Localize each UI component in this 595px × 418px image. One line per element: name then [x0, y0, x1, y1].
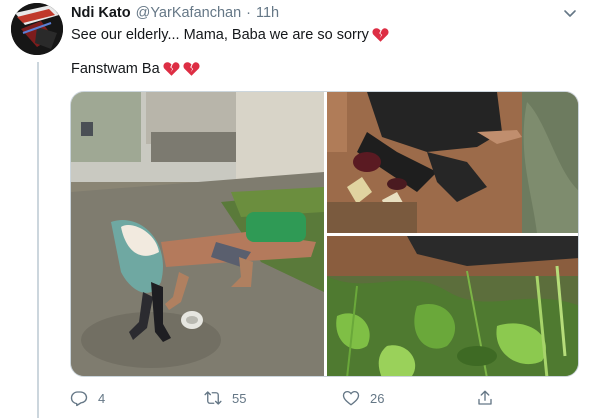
display-name[interactable]: Ndi Kato: [71, 5, 131, 21]
thread-line: [37, 62, 39, 418]
reply-button[interactable]: 4: [70, 387, 105, 409]
user-handle[interactable]: @YarKafanchan: [136, 5, 242, 21]
tweet[interactable]: Ndi Kato @YarKafanchan · 11h See our eld…: [0, 0, 595, 418]
share-icon: [478, 390, 492, 405]
tweet-text: See our elderly... Mama, Baba we are so …: [71, 27, 369, 43]
like-button[interactable]: 26: [342, 387, 384, 409]
retweet-count: 55: [232, 390, 247, 406]
chevron-down-icon[interactable]: [563, 6, 577, 20]
reply-icon: [70, 391, 88, 407]
tweet-text-line-1: See our elderly... Mama, Baba we are so …: [71, 27, 389, 43]
broken-heart-icon: [163, 61, 180, 77]
reply-count: 4: [98, 390, 106, 406]
tweet-text-line-2: Fanstwam Ba: [71, 61, 200, 77]
tweet-photo-2[interactable]: [327, 92, 578, 233]
timestamp[interactable]: 11h: [256, 5, 279, 21]
like-count: 26: [370, 390, 385, 406]
broken-heart-icon: [183, 61, 200, 77]
avatar[interactable]: [11, 3, 63, 55]
avatar-image: [11, 3, 63, 55]
tweet-photo-1[interactable]: [71, 92, 324, 376]
heart-icon: [342, 390, 360, 406]
retweet-icon: [204, 391, 222, 405]
tweet-header: Ndi Kato @YarKafanchan · 11h: [71, 4, 279, 22]
separator-dot: ·: [246, 5, 251, 21]
tweet-text: Fanstwam Ba: [71, 61, 160, 77]
tweet-photo-3[interactable]: [327, 236, 578, 376]
retweet-button[interactable]: 55: [204, 387, 246, 409]
broken-heart-icon: [372, 27, 389, 43]
share-button[interactable]: [476, 387, 494, 409]
tweet-actions: 4 55 26: [70, 387, 500, 409]
tweet-media-grid: [70, 91, 579, 377]
